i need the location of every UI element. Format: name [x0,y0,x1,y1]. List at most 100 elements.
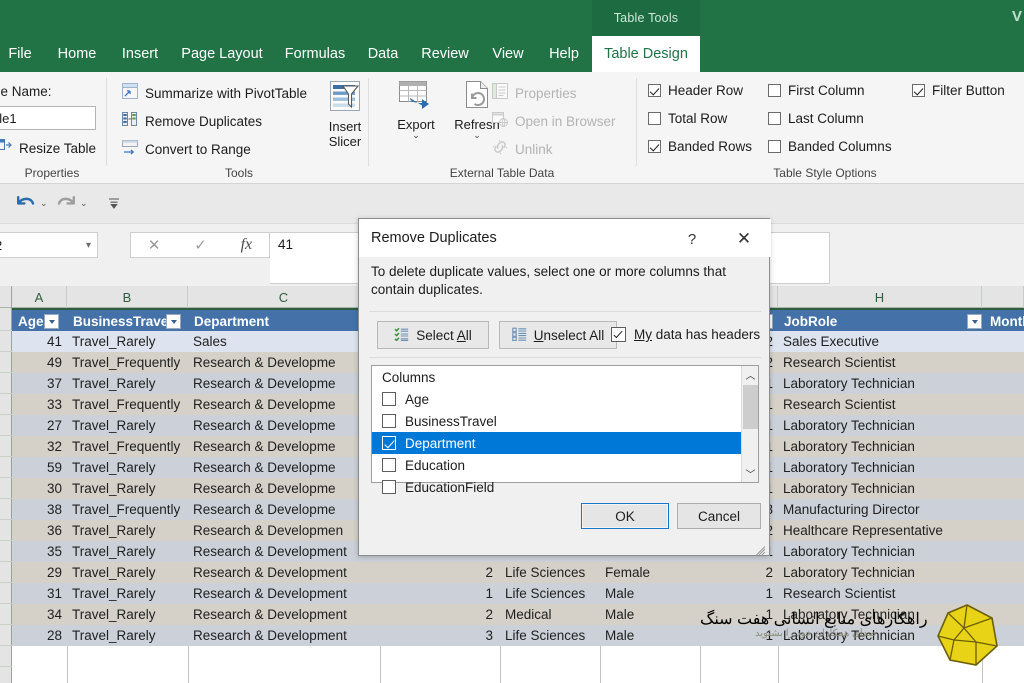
tab-data[interactable]: Data [358,36,408,72]
row-header[interactable] [0,331,12,352]
checkbox-banded-columns[interactable]: Banded Columns [768,139,892,154]
cell-dept[interactable]: Research & Development [188,562,378,583]
cell-travel[interactable]: Travel_Rarely [67,583,188,604]
row-header[interactable] [0,625,12,646]
filter-button-age[interactable] [44,314,59,329]
tab-view[interactable]: View [482,36,534,72]
cell-age[interactable]: 41 [12,331,67,352]
cell-travel[interactable]: Travel_Rarely [67,562,188,583]
cell-lvl[interactable]: 1 [700,625,778,646]
cell-dept[interactable]: Research & Developme [188,478,378,499]
dialog-title-bar[interactable]: Remove Duplicates ? ✕ [359,219,771,257]
scrollbar-thumb[interactable] [743,385,758,429]
cell-role[interactable]: Research Scientist [778,583,982,604]
table-name-input[interactable]: ble1 [0,106,96,130]
cell-role[interactable]: Laboratory Technician [778,457,982,478]
cell-gender[interactable]: Female [600,562,698,583]
cell-edu[interactable]: 2 [380,604,498,625]
ok-button[interactable]: OK [581,503,669,529]
column-header-h[interactable]: H [778,286,982,308]
cell-travel[interactable]: Travel_Frequently [67,352,188,373]
cell-dept[interactable]: Research & Development [188,541,378,562]
checkbox-icon[interactable] [768,140,781,153]
checkbox-icon[interactable] [382,414,396,428]
checkbox-icon[interactable] [648,140,661,153]
cell-age[interactable]: 31 [12,583,67,604]
cell-role[interactable]: Laboratory Technician [778,541,982,562]
cell-role[interactable]: Research Scientist [778,352,982,373]
cell-dept[interactable]: Research & Developme [188,394,378,415]
convert-to-range-button[interactable]: Convert to Range [122,139,251,160]
cell-travel[interactable]: Travel_Rarely [67,415,188,436]
cell-age[interactable]: 29 [12,562,67,583]
checkbox-icon[interactable] [768,112,781,125]
checkbox-header-row[interactable]: Header Row [648,83,743,98]
tab-table-design[interactable]: Table Design [592,36,700,72]
cell-dept[interactable]: Research & Developme [188,457,378,478]
checkbox-icon[interactable] [648,84,661,97]
cell-gender[interactable]: Male [600,604,698,625]
cell-dept[interactable]: Sales [188,331,378,352]
row-header[interactable] [0,604,12,625]
cell-role[interactable]: Laboratory Technician [778,373,982,394]
checkbox-icon[interactable] [382,480,396,494]
filter-button-businesstravel[interactable] [166,314,181,329]
column-item-education[interactable]: Education [372,454,758,476]
cell-dept[interactable]: Research & Developmen [188,520,378,541]
listbox-scrollbar[interactable]: ︿ ﹀ [741,366,758,482]
row-header[interactable] [0,478,12,499]
cell-dept[interactable]: Research & Development [188,625,378,646]
checkbox-total-row[interactable]: Total Row [648,111,727,126]
enter-check-icon[interactable]: ✓ [194,236,207,254]
dialog-resize-grip[interactable] [756,543,766,553]
cell-dept[interactable]: Research & Development [188,583,378,604]
column-header-c[interactable]: C [188,286,380,308]
row-header[interactable] [0,562,12,583]
cell-travel[interactable]: Travel_Rarely [67,604,188,625]
checkbox-icon[interactable] [382,436,396,450]
cell-edu[interactable]: 2 [380,562,498,583]
checkbox-icon[interactable] [611,327,626,342]
cell-travel[interactable]: Travel_Rarely [67,520,188,541]
chevron-down-icon[interactable]: ▾ [86,240,91,251]
chevron-up-icon[interactable]: ︿ [742,366,759,383]
cell-lvl[interactable]: 2 [700,562,778,583]
chevron-down-icon[interactable]: ⌄ [412,132,420,139]
table-row[interactable]: 28Travel_RarelyResearch & Development3Li… [12,625,1024,646]
checkbox-icon[interactable] [382,458,396,472]
column-header-i[interactable] [982,286,1024,308]
cell-role[interactable]: Research Scientist [778,394,982,415]
unselect-all-button[interactable]: Unselect All [499,321,617,349]
cell-age[interactable]: 38 [12,499,67,520]
checkbox-icon[interactable] [768,84,781,97]
cell-age[interactable]: 36 [12,520,67,541]
chevron-down-icon[interactable]: ﹀ [742,465,759,482]
checkbox-icon[interactable] [648,112,661,125]
cell-age[interactable]: 30 [12,478,67,499]
undo-icon[interactable] [16,194,36,217]
row-header[interactable] [0,436,12,457]
cancel-icon[interactable]: ✕ [148,236,161,254]
checkbox-icon[interactable] [912,84,925,97]
tab-help[interactable]: Help [538,36,590,72]
remove-duplicates-button[interactable]: Remove Duplicates [122,111,262,132]
cell-dept[interactable]: Research & Developme [188,352,378,373]
checkbox-filter-button[interactable]: Filter Button [912,83,1005,98]
tab-review[interactable]: Review [412,36,478,72]
table-row[interactable]: 29Travel_RarelyResearch & Development2Li… [12,562,1024,583]
row-header[interactable] [0,352,12,373]
tab-formulas[interactable]: Formulas [274,36,356,72]
select-all-button[interactable]: Select All [377,321,489,349]
question-mark-icon[interactable]: ? [679,227,705,251]
checkbox-icon[interactable] [382,392,396,406]
cell-field[interactable]: Life Sciences [500,625,598,646]
tab-page-layout[interactable]: Page Layout [172,36,272,72]
cell-field[interactable]: Life Sciences [500,583,598,604]
table-header-jobrole[interactable]: JobRole [778,310,978,333]
column-header-a[interactable]: A [12,286,67,308]
table-row[interactable]: 34Travel_RarelyResearch & Development2Me… [12,604,1024,625]
cell-dept[interactable]: Research & Developme [188,415,378,436]
cell-dept[interactable]: Research & Development [188,604,378,625]
column-item-department[interactable]: Department [372,432,758,454]
cell-travel[interactable]: Travel_Rarely [67,625,188,646]
